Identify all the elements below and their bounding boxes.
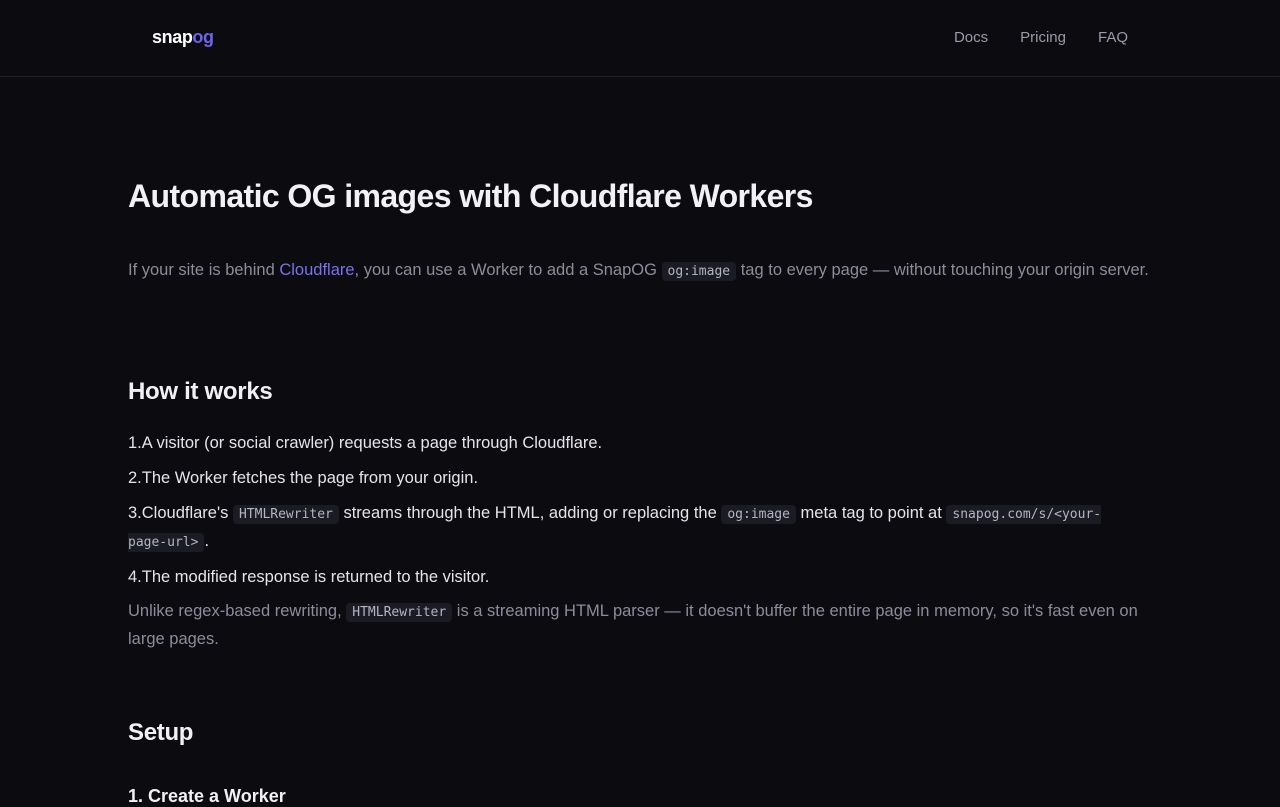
nav-docs-link[interactable]: Docs [954, 29, 988, 46]
snapog-logo[interactable]: snapog [152, 27, 214, 48]
step-text: Cloudflare's [141, 504, 233, 522]
step-text: The modified response is returned to the… [141, 568, 490, 586]
top-navigation-bar: snapog Docs Pricing FAQ [0, 0, 1280, 77]
nav-faq-link[interactable]: FAQ [1098, 29, 1128, 46]
main-nav: Docs Pricing FAQ [954, 29, 1128, 46]
step-text: The Worker fetches the page from your or… [141, 469, 479, 487]
intro-text-3: tag to every page — without touching you… [736, 261, 1149, 279]
nav-pricing-link[interactable]: Pricing [1020, 29, 1066, 46]
logo-text-accent: og [192, 27, 214, 47]
intro-text-1: If your site is behind [128, 261, 280, 279]
step-number: 4. [128, 568, 142, 586]
step-number: 2. [128, 469, 142, 487]
intro-paragraph: If your site is behind Cloudflare, you c… [128, 257, 1152, 285]
how-it-works-list: 1.A visitor (or social crawler) requests… [128, 430, 1128, 599]
step-text: A visitor (or social crawler) requests a… [141, 434, 603, 452]
setup-heading: Setup [128, 719, 194, 746]
how-it-works-heading: How it works [128, 378, 273, 405]
cloudflare-link[interactable]: Cloudflare [279, 261, 354, 279]
note-text-1: Unlike regex-based rewriting, [128, 602, 347, 620]
list-item: 3.Cloudflare's HTMLRewriter streams thro… [128, 500, 1128, 556]
htmlrewriter-code: HTMLRewriter [346, 603, 453, 622]
step-text: meta tag to point at [795, 504, 947, 522]
htmlrewriter-note: Unlike regex-based rewriting, HTMLRewrit… [128, 598, 1138, 653]
step-text: . [204, 532, 210, 550]
list-item: 1.A visitor (or social crawler) requests… [128, 430, 1128, 457]
htmlrewriter-code: HTMLRewriter [232, 505, 339, 524]
page-title: Automatic OG images with Cloudflare Work… [128, 178, 813, 214]
og-image-code: og:image [661, 262, 737, 281]
intro-text-2: , you can use a Worker to add a SnapOG [354, 261, 662, 279]
step-number: 3. [128, 504, 142, 522]
step-number: 1. [128, 434, 142, 452]
og-image-code: og:image [721, 505, 796, 524]
list-item: 2.The Worker fetches the page from your … [128, 465, 1128, 492]
logo-text-main: snap [152, 27, 193, 47]
list-item: 4.The modified response is returned to t… [128, 564, 1128, 591]
create-worker-heading: 1. Create a Worker [128, 786, 286, 806]
step-text: streams through the HTML, adding or repl… [338, 504, 722, 522]
